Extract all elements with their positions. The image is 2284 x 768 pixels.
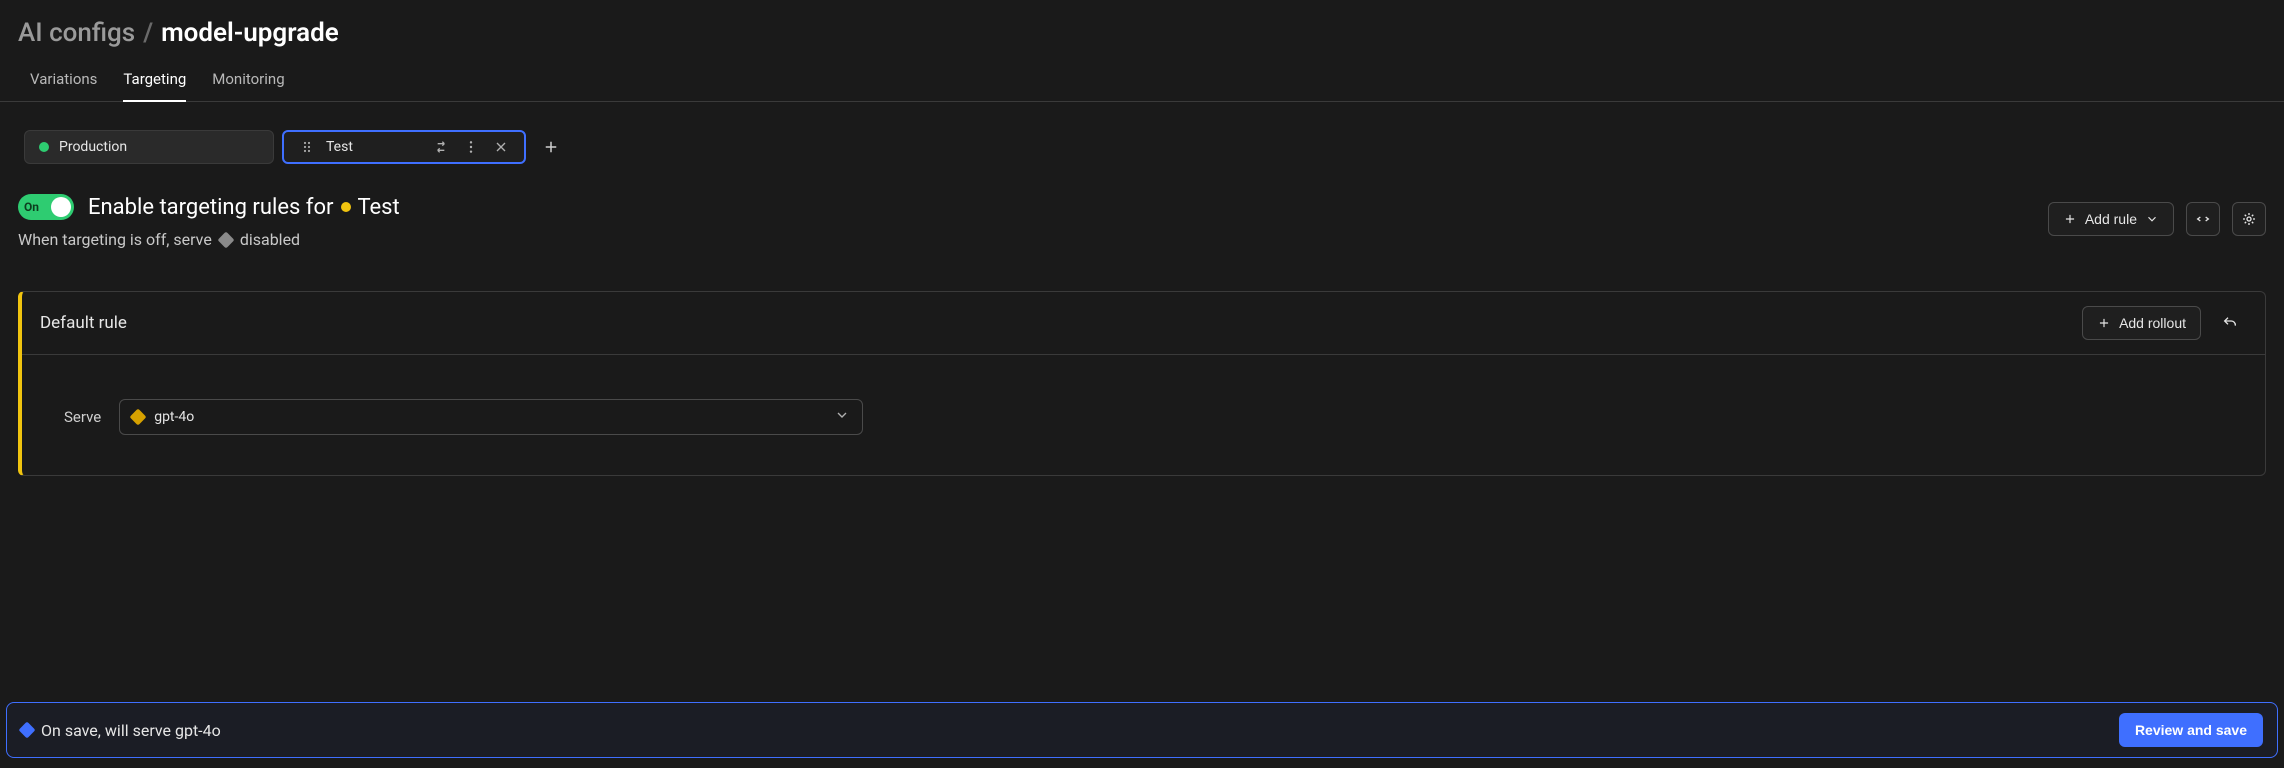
undo-button[interactable] [2213, 306, 2247, 340]
breadcrumb-separator: / [143, 18, 153, 48]
serve-label: Serve [64, 408, 101, 426]
environment-label: Test [326, 139, 353, 155]
tabs: Variations Targeting Monitoring [0, 48, 2284, 102]
status-dot-icon [341, 202, 351, 212]
magic-icon [2241, 211, 2257, 227]
info-diamond-icon [19, 722, 36, 739]
chevron-down-icon [834, 407, 850, 427]
code-collapse-icon [2195, 211, 2211, 227]
environment-chip-production[interactable]: Production [24, 130, 274, 164]
drag-handle-icon[interactable] [298, 138, 316, 156]
environment-chip-test[interactable]: Test [282, 130, 526, 164]
breadcrumb-parent[interactable]: AI configs [18, 18, 135, 48]
targeting-toggle[interactable]: On [18, 194, 74, 220]
serve-variation-value: gpt-4o [154, 409, 194, 425]
enable-env-name: Test [357, 195, 399, 220]
off-serve-variation: disabled [240, 230, 300, 249]
toggle-state-label: On [24, 200, 39, 214]
close-icon[interactable] [492, 138, 510, 156]
environment-bar: Production Test [0, 102, 2284, 164]
breadcrumb: AI configs / model-upgrade [18, 18, 2266, 48]
breadcrumb-current: model-upgrade [161, 18, 339, 48]
code-collapse-button[interactable] [2186, 202, 2220, 236]
add-rule-label: Add rule [2085, 211, 2137, 227]
add-rollout-button[interactable]: Add rollout [2082, 306, 2201, 340]
status-dot-icon [39, 142, 49, 152]
pending-changes-banner: On save, will serve gpt-4o Review and sa… [6, 702, 2278, 758]
add-rollout-label: Add rollout [2119, 315, 2186, 331]
undo-icon [2222, 315, 2238, 331]
off-serve-prefix: When targeting is off, serve [18, 230, 212, 249]
variation-diamond-icon [217, 231, 234, 248]
serve-variation-select[interactable]: gpt-4o [119, 399, 863, 435]
enable-prefix: Enable targeting rules for [88, 195, 333, 220]
off-serve-text: When targeting is off, serve disabled [18, 230, 400, 249]
environment-label: Production [59, 139, 127, 155]
more-vertical-icon[interactable] [462, 138, 480, 156]
chevron-down-icon [2145, 212, 2159, 226]
magic-button[interactable] [2232, 202, 2266, 236]
tab-variations[interactable]: Variations [30, 70, 97, 101]
compare-icon[interactable] [432, 138, 450, 156]
variation-diamond-icon [130, 409, 147, 426]
default-rule-card: Default rule Add rollout Serve gpt-4o [18, 291, 2266, 476]
review-and-save-button[interactable]: Review and save [2119, 713, 2263, 747]
tab-targeting[interactable]: Targeting [123, 70, 186, 102]
enable-targeting-text: Enable targeting rules for Test [88, 195, 400, 220]
rule-title: Default rule [40, 313, 127, 333]
toggle-knob [51, 197, 71, 217]
add-environment-button[interactable] [540, 136, 562, 158]
pending-changes-message: On save, will serve gpt-4o [41, 721, 221, 740]
add-rule-button[interactable]: Add rule [2048, 202, 2174, 236]
tab-monitoring[interactable]: Monitoring [212, 70, 284, 101]
